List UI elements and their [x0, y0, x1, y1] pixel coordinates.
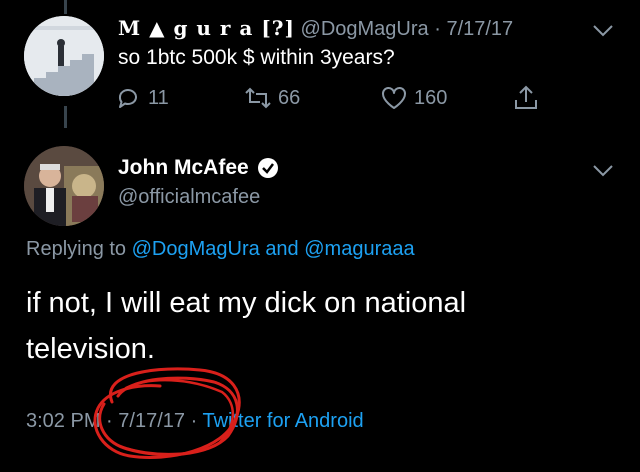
red-circle-annotation [93, 367, 241, 459]
